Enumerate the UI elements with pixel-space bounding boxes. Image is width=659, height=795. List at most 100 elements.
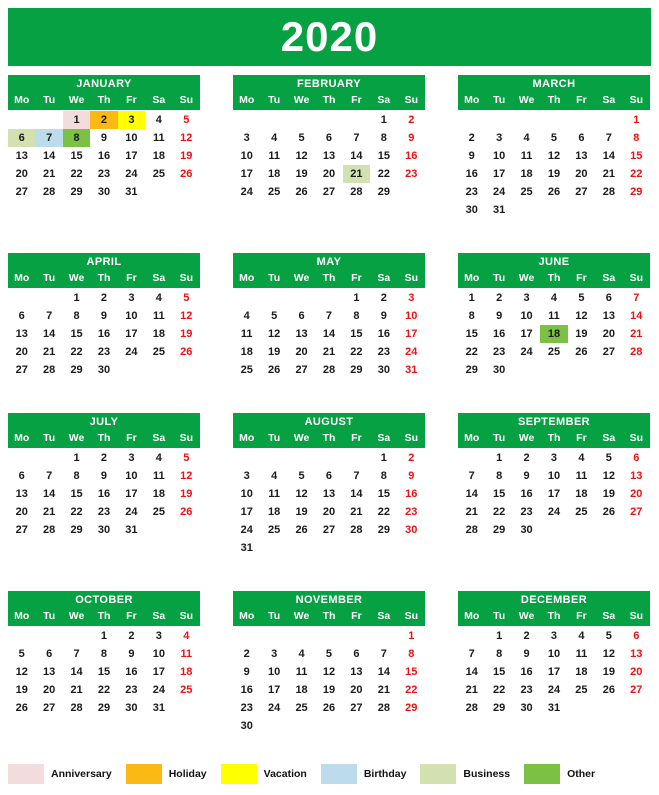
day-cell-january-9[interactable]: 9	[90, 129, 117, 147]
day-cell-august-15[interactable]: 15	[370, 485, 397, 503]
day-cell-october-15[interactable]: 15	[90, 663, 117, 681]
day-cell-march-27[interactable]: 27	[568, 183, 595, 201]
day-cell-august-25[interactable]: 25	[260, 521, 287, 539]
day-cell-january-2[interactable]: 2	[90, 111, 118, 129]
day-cell-february-10[interactable]: 10	[233, 147, 260, 165]
day-cell-april-3[interactable]: 3	[118, 289, 145, 307]
day-cell-april-4[interactable]: 4	[145, 289, 172, 307]
day-cell-november-17[interactable]: 17	[260, 681, 287, 699]
day-cell-october-16[interactable]: 16	[118, 663, 145, 681]
day-cell-december-10[interactable]: 10	[540, 645, 567, 663]
day-cell-december-12[interactable]: 12	[595, 645, 622, 663]
day-cell-may-13[interactable]: 13	[288, 325, 315, 343]
day-cell-november-10[interactable]: 10	[260, 663, 287, 681]
day-cell-september-14[interactable]: 14	[458, 485, 485, 503]
day-cell-may-12[interactable]: 12	[260, 325, 287, 343]
day-cell-september-25[interactable]: 25	[568, 503, 595, 521]
day-cell-january-1[interactable]: 1	[62, 111, 91, 129]
day-cell-october-6[interactable]: 6	[35, 645, 62, 663]
day-cell-april-19[interactable]: 19	[173, 325, 200, 343]
day-cell-march-14[interactable]: 14	[595, 147, 622, 165]
day-cell-august-5[interactable]: 5	[288, 467, 315, 485]
day-cell-august-13[interactable]: 13	[315, 485, 342, 503]
day-cell-september-19[interactable]: 19	[595, 485, 622, 503]
day-cell-october-8[interactable]: 8	[90, 645, 117, 663]
day-cell-july-28[interactable]: 28	[35, 521, 62, 539]
day-cell-november-4[interactable]: 4	[288, 645, 315, 663]
day-cell-june-3[interactable]: 3	[513, 289, 540, 307]
day-cell-september-24[interactable]: 24	[540, 503, 567, 521]
day-cell-march-8[interactable]: 8	[623, 129, 650, 147]
day-cell-april-28[interactable]: 28	[35, 361, 62, 379]
day-cell-august-14[interactable]: 14	[343, 485, 370, 503]
day-cell-april-24[interactable]: 24	[118, 343, 145, 361]
day-cell-may-14[interactable]: 14	[315, 325, 342, 343]
day-cell-september-21[interactable]: 21	[458, 503, 485, 521]
day-cell-march-23[interactable]: 23	[458, 183, 485, 201]
day-cell-january-12[interactable]: 12	[173, 129, 200, 147]
day-cell-july-10[interactable]: 10	[118, 467, 145, 485]
day-cell-august-20[interactable]: 20	[315, 503, 342, 521]
day-cell-march-10[interactable]: 10	[485, 147, 512, 165]
day-cell-september-18[interactable]: 18	[568, 485, 595, 503]
day-cell-july-24[interactable]: 24	[118, 503, 145, 521]
day-cell-june-29[interactable]: 29	[458, 361, 485, 379]
day-cell-october-26[interactable]: 26	[8, 699, 35, 717]
day-cell-february-23[interactable]: 23	[398, 165, 425, 183]
day-cell-december-6[interactable]: 6	[623, 627, 650, 645]
day-cell-july-20[interactable]: 20	[8, 503, 35, 521]
day-cell-february-8[interactable]: 8	[370, 129, 397, 147]
day-cell-april-6[interactable]: 6	[8, 307, 35, 325]
day-cell-august-8[interactable]: 8	[370, 467, 397, 485]
day-cell-august-29[interactable]: 29	[370, 521, 397, 539]
day-cell-january-28[interactable]: 28	[35, 183, 62, 201]
day-cell-august-11[interactable]: 11	[260, 485, 287, 503]
day-cell-august-28[interactable]: 28	[343, 521, 370, 539]
day-cell-october-4[interactable]: 4	[173, 627, 200, 645]
day-cell-june-23[interactable]: 23	[485, 343, 512, 361]
day-cell-july-26[interactable]: 26	[173, 503, 200, 521]
day-cell-september-2[interactable]: 2	[513, 449, 540, 467]
day-cell-february-15[interactable]: 15	[370, 147, 397, 165]
day-cell-february-26[interactable]: 26	[288, 183, 315, 201]
day-cell-march-31[interactable]: 31	[485, 201, 512, 219]
day-cell-february-3[interactable]: 3	[233, 129, 260, 147]
day-cell-june-6[interactable]: 6	[595, 289, 622, 307]
day-cell-december-3[interactable]: 3	[540, 627, 567, 645]
day-cell-september-29[interactable]: 29	[485, 521, 512, 539]
day-cell-july-31[interactable]: 31	[118, 521, 145, 539]
day-cell-january-14[interactable]: 14	[35, 147, 62, 165]
day-cell-december-11[interactable]: 11	[568, 645, 595, 663]
day-cell-march-20[interactable]: 20	[568, 165, 595, 183]
day-cell-june-26[interactable]: 26	[568, 343, 595, 361]
day-cell-january-29[interactable]: 29	[63, 183, 90, 201]
day-cell-december-27[interactable]: 27	[623, 681, 650, 699]
day-cell-may-7[interactable]: 7	[315, 307, 342, 325]
day-cell-september-6[interactable]: 6	[623, 449, 650, 467]
day-cell-december-2[interactable]: 2	[513, 627, 540, 645]
day-cell-march-29[interactable]: 29	[623, 183, 650, 201]
day-cell-april-11[interactable]: 11	[145, 307, 172, 325]
day-cell-august-3[interactable]: 3	[233, 467, 260, 485]
day-cell-november-28[interactable]: 28	[370, 699, 397, 717]
day-cell-november-27[interactable]: 27	[343, 699, 370, 717]
day-cell-december-20[interactable]: 20	[623, 663, 650, 681]
day-cell-july-17[interactable]: 17	[118, 485, 145, 503]
day-cell-january-5[interactable]: 5	[173, 111, 200, 129]
day-cell-january-6[interactable]: 6	[8, 129, 36, 147]
day-cell-july-7[interactable]: 7	[35, 467, 62, 485]
day-cell-july-23[interactable]: 23	[90, 503, 117, 521]
day-cell-june-10[interactable]: 10	[513, 307, 540, 325]
day-cell-december-7[interactable]: 7	[458, 645, 485, 663]
day-cell-november-7[interactable]: 7	[370, 645, 397, 663]
day-cell-may-16[interactable]: 16	[370, 325, 397, 343]
day-cell-may-28[interactable]: 28	[315, 361, 342, 379]
day-cell-june-4[interactable]: 4	[540, 289, 567, 307]
day-cell-december-31[interactable]: 31	[540, 699, 567, 717]
day-cell-december-1[interactable]: 1	[485, 627, 512, 645]
day-cell-december-22[interactable]: 22	[485, 681, 512, 699]
day-cell-may-11[interactable]: 11	[233, 325, 260, 343]
day-cell-january-25[interactable]: 25	[145, 165, 172, 183]
day-cell-july-16[interactable]: 16	[90, 485, 117, 503]
day-cell-june-5[interactable]: 5	[568, 289, 595, 307]
